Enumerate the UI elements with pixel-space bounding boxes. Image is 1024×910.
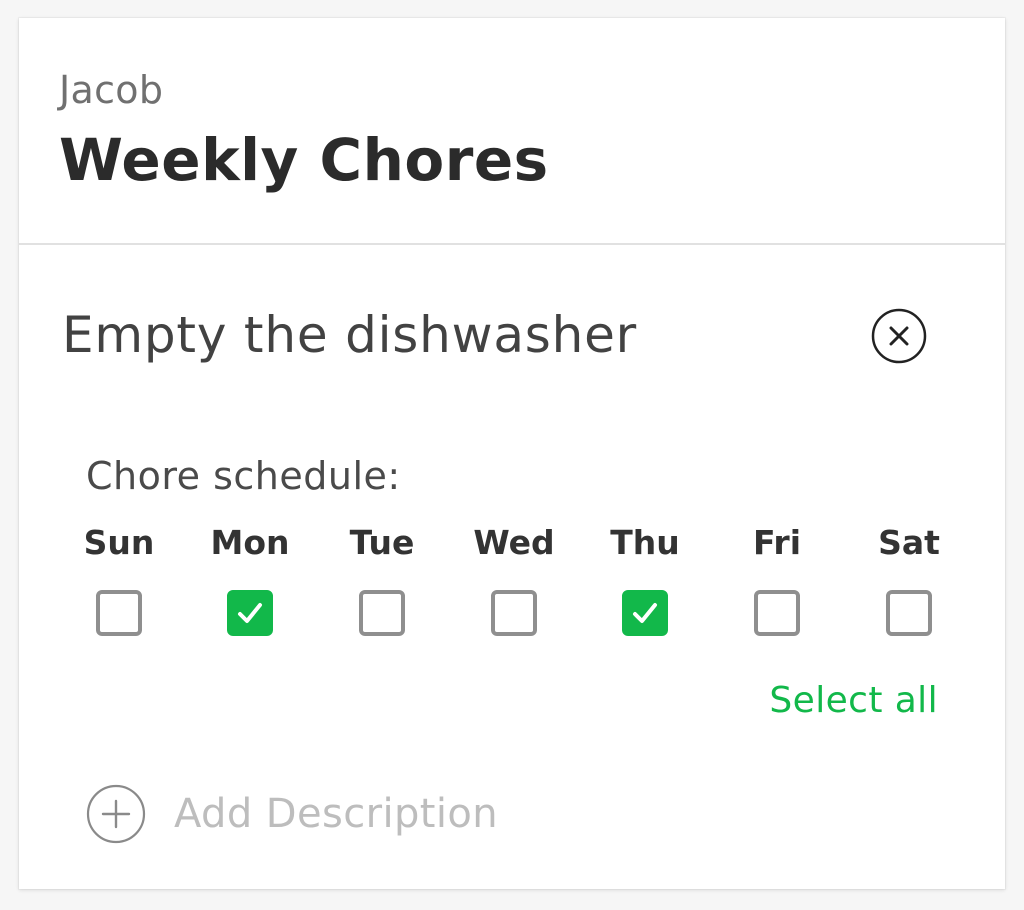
checkbox-tue[interactable] <box>359 590 405 636</box>
chore-card: Jacob Weekly Chores Empty the dishwasher… <box>19 18 1005 889</box>
checkmark-icon <box>633 603 657 623</box>
day-label: Wed <box>473 523 555 562</box>
remove-chore-button[interactable] <box>871 308 927 364</box>
day-label: Tue <box>349 523 415 562</box>
checkbox-thu[interactable] <box>622 590 668 636</box>
page-title: Weekly Chores <box>59 126 549 194</box>
checkbox-mon[interactable] <box>227 590 273 636</box>
day-sat: Sat <box>849 518 969 636</box>
plus-circle-icon <box>86 784 146 844</box>
day-picker: Sun Mon Tue Wed Thu Fri Sat <box>59 518 979 636</box>
checkmark-icon <box>238 603 262 623</box>
day-thu: Thu <box>585 518 705 636</box>
day-fri: Fri <box>717 518 837 636</box>
day-label: Thu <box>610 523 680 562</box>
owner-name: Jacob <box>59 68 164 112</box>
day-label: Fri <box>752 523 802 562</box>
checkbox-sat[interactable] <box>886 590 932 636</box>
add-description-label: Add Description <box>174 791 498 837</box>
close-circle-icon <box>871 308 927 364</box>
day-wed: Wed <box>454 518 574 636</box>
card-header: Jacob Weekly Chores <box>19 18 1005 245</box>
chore-title: Empty the dishwasher <box>62 306 638 364</box>
select-all-link[interactable]: Select all <box>769 680 938 721</box>
day-label: Sat <box>878 523 940 562</box>
checkbox-fri[interactable] <box>754 590 800 636</box>
add-description-button[interactable]: Add Description <box>86 784 498 844</box>
day-mon: Mon <box>190 518 310 636</box>
checkbox-sun[interactable] <box>96 590 142 636</box>
checkbox-wed[interactable] <box>491 590 537 636</box>
day-label: Mon <box>210 523 290 562</box>
day-tue: Tue <box>322 518 442 636</box>
schedule-label: Chore schedule: <box>86 454 401 498</box>
day-label: Sun <box>83 523 155 562</box>
day-sun: Sun <box>59 518 179 636</box>
